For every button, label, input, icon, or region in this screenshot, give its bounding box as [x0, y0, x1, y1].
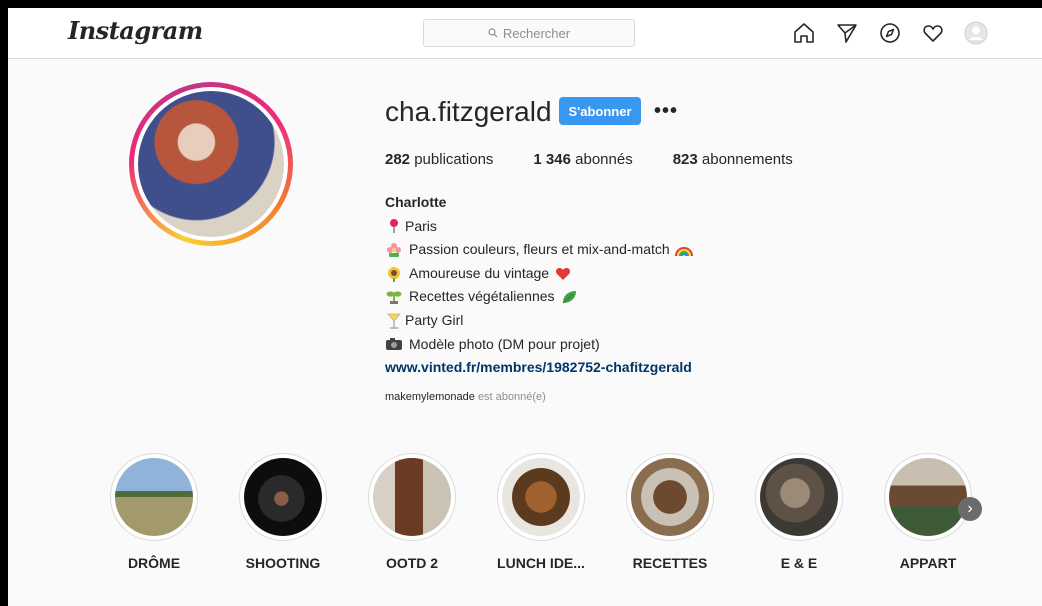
activity-icon[interactable] — [920, 20, 946, 46]
profile-username: cha.fitzgerald — [385, 96, 552, 127]
direct-icon[interactable] — [834, 20, 860, 46]
profile-avatar[interactable] — [129, 82, 293, 246]
stat-publications: 282 publications — [385, 151, 494, 168]
highlight-label: APPART — [899, 555, 957, 571]
bio-line: Amoureuse du vintage — [385, 262, 699, 286]
highlight-label: OOTD 2 — [385, 555, 439, 571]
explore-icon[interactable] — [877, 20, 903, 46]
profile-icon[interactable] — [963, 20, 989, 46]
bio-line: Party Girl — [385, 309, 699, 333]
follow-button[interactable]: S'abonner — [559, 97, 641, 125]
camera-icon — [385, 337, 403, 351]
pin-icon — [385, 218, 403, 234]
highlight-cover — [115, 458, 193, 536]
flower-icon — [385, 242, 403, 258]
profile-bio: Charlotte Paris Passion couleurs, fleurs… — [385, 191, 699, 380]
bio-website-link[interactable]: www.vinted.fr/membres/1982752-chafitzger… — [385, 356, 699, 380]
profile-full-name: Charlotte — [385, 194, 447, 210]
bio-line: Paris — [385, 215, 699, 239]
instagram-window: Instagram Rechercher cha.fitzgerald S'ab… — [8, 8, 1042, 606]
highlight-cover — [889, 458, 967, 536]
avatar-photo — [138, 91, 284, 237]
bio-line: Passion couleurs, fleurs et mix-and-matc… — [385, 238, 699, 262]
highlight-lunch-ideas[interactable]: LUNCH IDE... — [481, 453, 601, 571]
nav-icons — [791, 20, 989, 46]
highlights-next-arrow-icon[interactable]: › — [958, 497, 982, 521]
bio-line: Recettes végétaliennes — [385, 285, 699, 309]
highlight-label: E & E — [780, 555, 818, 571]
followed-by-text[interactable]: makemylemonade est abonné(e) — [385, 391, 546, 403]
highlight-cover — [760, 458, 838, 536]
highlight-label: LUNCH IDE... — [497, 555, 585, 571]
bio-line: Modèle photo (DM pour projet) — [385, 333, 699, 357]
highlight-recettes[interactable]: RECETTES — [610, 453, 730, 571]
sprout-icon — [385, 289, 403, 305]
followed-by-user: makemylemonade — [385, 391, 475, 403]
stat-followers[interactable]: 1 346 abonnés — [533, 151, 632, 168]
leaf-icon — [560, 289, 578, 305]
instagram-logo[interactable]: Instagram — [68, 16, 203, 45]
highlight-cover — [631, 458, 709, 536]
highlight-label: DRÔME — [127, 555, 181, 571]
highlight-cover — [373, 458, 451, 536]
search-placeholder: Rechercher — [502, 25, 571, 41]
highlight-label: SHOOTING — [245, 555, 321, 571]
search-input[interactable]: Rechercher — [423, 19, 635, 47]
highlight-cover — [502, 458, 580, 536]
profile-stats: 282 publications 1 346 abonnés 823 abonn… — [385, 151, 833, 168]
home-icon[interactable] — [791, 20, 817, 46]
highlight-shooting[interactable]: SHOOTING — [223, 453, 343, 571]
highlight-label: RECETTES — [632, 555, 708, 571]
search-icon — [488, 28, 498, 38]
cocktail-icon — [385, 313, 403, 329]
more-options-icon[interactable]: ••• — [654, 100, 678, 123]
highlight-cover — [244, 458, 322, 536]
stat-following[interactable]: 823 abonnements — [673, 151, 793, 168]
rainbow-icon — [674, 243, 693, 257]
highlight-drome[interactable]: DRÔME — [94, 453, 214, 571]
heart-icon — [554, 267, 572, 281]
sunflower-icon — [385, 266, 403, 282]
top-nav-bar: Instagram Rechercher — [8, 8, 1042, 59]
highlight-ootd-2[interactable]: OOTD 2 — [352, 453, 472, 571]
highlight-e-and-e[interactable]: E & E — [739, 453, 859, 571]
